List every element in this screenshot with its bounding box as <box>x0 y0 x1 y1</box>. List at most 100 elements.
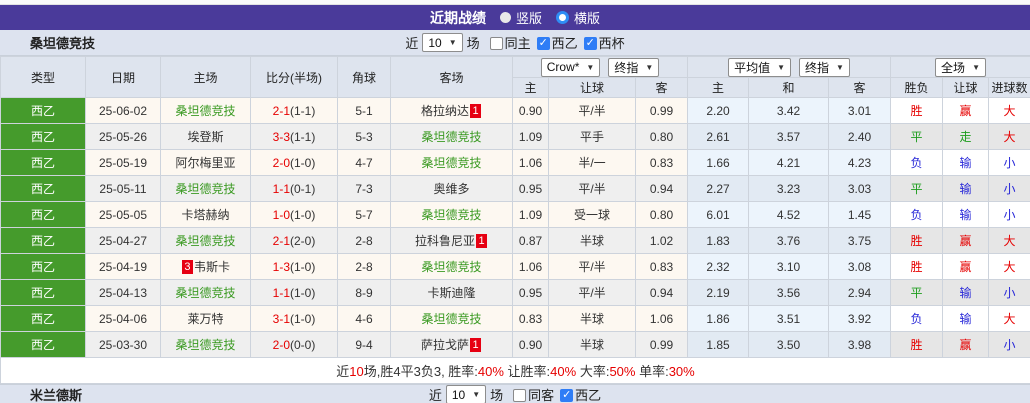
home-team-cell[interactable]: 莱万特 <box>160 305 251 332</box>
team-link[interactable]: 奥维多 <box>433 182 469 196</box>
corner-score: 5-7 <box>337 201 391 228</box>
near-label: 近 <box>405 36 419 51</box>
home-team-cell[interactable]: 桑坦德竞技 <box>160 331 251 358</box>
result-wdl: 平 <box>890 123 944 150</box>
match-count-select[interactable]: 10 ▼ <box>445 385 487 403</box>
full-match-select[interactable]: 全场 ▼ <box>935 57 986 77</box>
team-link[interactable]: 埃登斯 <box>187 130 223 144</box>
result-handicap: 走 <box>942 123 990 150</box>
away-team-cell[interactable]: 桑坦德竞技 <box>390 149 513 176</box>
avg-draw: 3.23 <box>748 175 829 202</box>
team-link[interactable]: 韦斯卡 <box>194 260 230 274</box>
half-time-score: (1-1) <box>290 103 316 118</box>
away-team-cell[interactable]: 桑坦德竞技 <box>390 123 513 150</box>
match-count-select[interactable]: 10 ▼ <box>422 33 463 52</box>
team-link[interactable]: 桑坦德竞技 <box>421 156 481 170</box>
result-handicap: 输 <box>942 201 990 228</box>
score-cell: 2-0(1-0) <box>250 149 338 176</box>
radio-unselected-icon[interactable] <box>499 12 511 23</box>
team-link[interactable]: 桑坦德竞技 <box>421 130 481 144</box>
half-time-score: (2-0) <box>290 233 316 248</box>
sub-header-7: 让球 <box>942 77 990 98</box>
match-date: 25-04-06 <box>85 305 161 332</box>
team-link[interactable]: 萨拉戈萨 <box>421 338 469 352</box>
team-link[interactable]: 桑坦德竞技 <box>175 286 235 300</box>
full-time-score: 1-1 <box>272 285 290 300</box>
radio-horizontal-label: 横版 <box>574 11 601 26</box>
odds-away: 1.02 <box>635 227 688 254</box>
checkbox-unchecked-icon[interactable] <box>513 389 527 402</box>
radio-selected-icon[interactable] <box>556 11 569 24</box>
team-link[interactable]: 桑坦德竞技 <box>421 312 481 326</box>
col-header-score: 比分(半场) <box>250 56 338 98</box>
away-team-cell[interactable]: 奥维多 <box>390 175 513 202</box>
avg-home: 2.19 <box>687 279 749 306</box>
home-team-cell[interactable]: 阿尔梅里亚 <box>160 149 251 176</box>
home-team-cell[interactable]: 桑坦德竞技 <box>160 97 251 124</box>
league-badge: 西乙 <box>0 227 86 254</box>
odds-handicap: 半球 <box>548 227 636 254</box>
checkbox-checked-icon[interactable] <box>536 36 550 50</box>
result-goals: 小 <box>988 201 1030 228</box>
match-row: 西乙 25-05-05 卡塔赫纳 1-0(1-0) 5-7 桑坦德竞技 1.09 受一球 0.8… <box>0 201 1030 228</box>
odds-away: 0.94 <box>635 279 688 306</box>
odds-home: 0.90 <box>512 331 549 358</box>
team-link[interactable]: 桑坦德竞技 <box>175 104 235 118</box>
team-link[interactable]: 拉科鲁尼亚 <box>415 234 475 248</box>
team-link[interactable]: 格拉纳达 <box>421 104 469 118</box>
away-team-cell[interactable]: 桑坦德竞技 <box>390 253 513 280</box>
away-team-cell[interactable]: 格拉纳达 1 <box>390 97 513 124</box>
team-link[interactable]: 卡塔赫纳 <box>181 208 229 222</box>
half-time-score: (1-0) <box>290 259 316 274</box>
match-row: 西乙 25-05-19 阿尔梅里亚 2-0(1-0) 4-7 桑坦德竞技 1.06 半/一 0.… <box>0 149 1030 176</box>
checkbox-checked-icon[interactable] <box>560 388 574 402</box>
checkbox-checked-icon[interactable] <box>583 36 597 50</box>
team-link[interactable]: 桑坦德竞技 <box>421 260 481 274</box>
home-team-cell[interactable]: 3 韦斯卡 <box>160 253 251 280</box>
away-team-cell[interactable]: 桑坦德竞技 <box>390 201 513 228</box>
team-link[interactable]: 莱万特 <box>187 312 223 326</box>
away-team-cell[interactable]: 萨拉戈萨 1 <box>390 331 513 358</box>
away-team-cell[interactable]: 拉科鲁尼亚 1 <box>390 227 513 254</box>
checkbox-label[interactable]: 西乙 <box>552 36 578 51</box>
checkbox-label[interactable]: 西乙 <box>575 388 601 403</box>
sub-header-3: 主 <box>687 77 749 98</box>
layout-radio-horizontal[interactable]: 横版 <box>556 8 600 27</box>
chevron-down-icon: ▼ <box>972 62 980 72</box>
home-team-cell[interactable]: 桑坦德竞技 <box>160 175 251 202</box>
average-group-header: 平均值 ▼ 终指 ▼ <box>686 56 892 78</box>
result-handicap: 赢 <box>942 97 990 124</box>
home-team-cell[interactable]: 桑坦德竞技 <box>160 279 251 306</box>
team-link[interactable]: 阿尔梅里亚 <box>175 156 235 170</box>
corner-score: 5-3 <box>337 123 391 150</box>
result-goals: 大 <box>988 97 1030 124</box>
home-team-cell[interactable]: 桑坦德竞技 <box>160 227 251 254</box>
team-link[interactable]: 桑坦德竞技 <box>175 234 235 248</box>
checkbox-label[interactable]: 同客 <box>528 388 554 403</box>
matches-label: 场 <box>466 36 480 51</box>
team-link[interactable]: 桑坦德竞技 <box>175 182 235 196</box>
team-link[interactable]: 桑坦德竞技 <box>421 208 481 222</box>
avg-away: 3.92 <box>827 305 892 332</box>
layout-radio-vertical[interactable]: 竖版 <box>499 8 542 27</box>
average-stage-select[interactable]: 终指 ▼ <box>799 57 850 77</box>
checkbox-label[interactable]: 同主 <box>505 36 531 51</box>
team-link[interactable]: 桑坦德竞技 <box>175 338 235 352</box>
summary-segment: 10 <box>349 364 364 379</box>
league-badge: 西乙 <box>0 123 86 150</box>
bookmaker-select[interactable]: Crow* ▼ <box>540 57 601 77</box>
team-link[interactable]: 卡斯迪隆 <box>427 286 475 300</box>
avg-away: 1.45 <box>827 201 892 228</box>
average-select[interactable]: 平均值 ▼ <box>728 57 791 77</box>
full-time-score: 2-1 <box>272 233 290 248</box>
away-team-cell[interactable]: 卡斯迪隆 <box>390 279 513 306</box>
bookmaker-stage-select[interactable]: 终指 ▼ <box>608 57 660 77</box>
avg-away: 3.08 <box>827 253 892 280</box>
home-team-cell[interactable]: 埃登斯 <box>160 123 251 150</box>
checkbox-label[interactable]: 西杯 <box>599 36 625 51</box>
checkbox-unchecked-icon[interactable] <box>489 37 503 50</box>
half-time-score: (1-1) <box>290 129 316 144</box>
home-team-cell[interactable]: 卡塔赫纳 <box>160 201 251 228</box>
away-team-cell[interactable]: 桑坦德竞技 <box>390 305 513 332</box>
avg-home: 1.66 <box>687 149 749 176</box>
